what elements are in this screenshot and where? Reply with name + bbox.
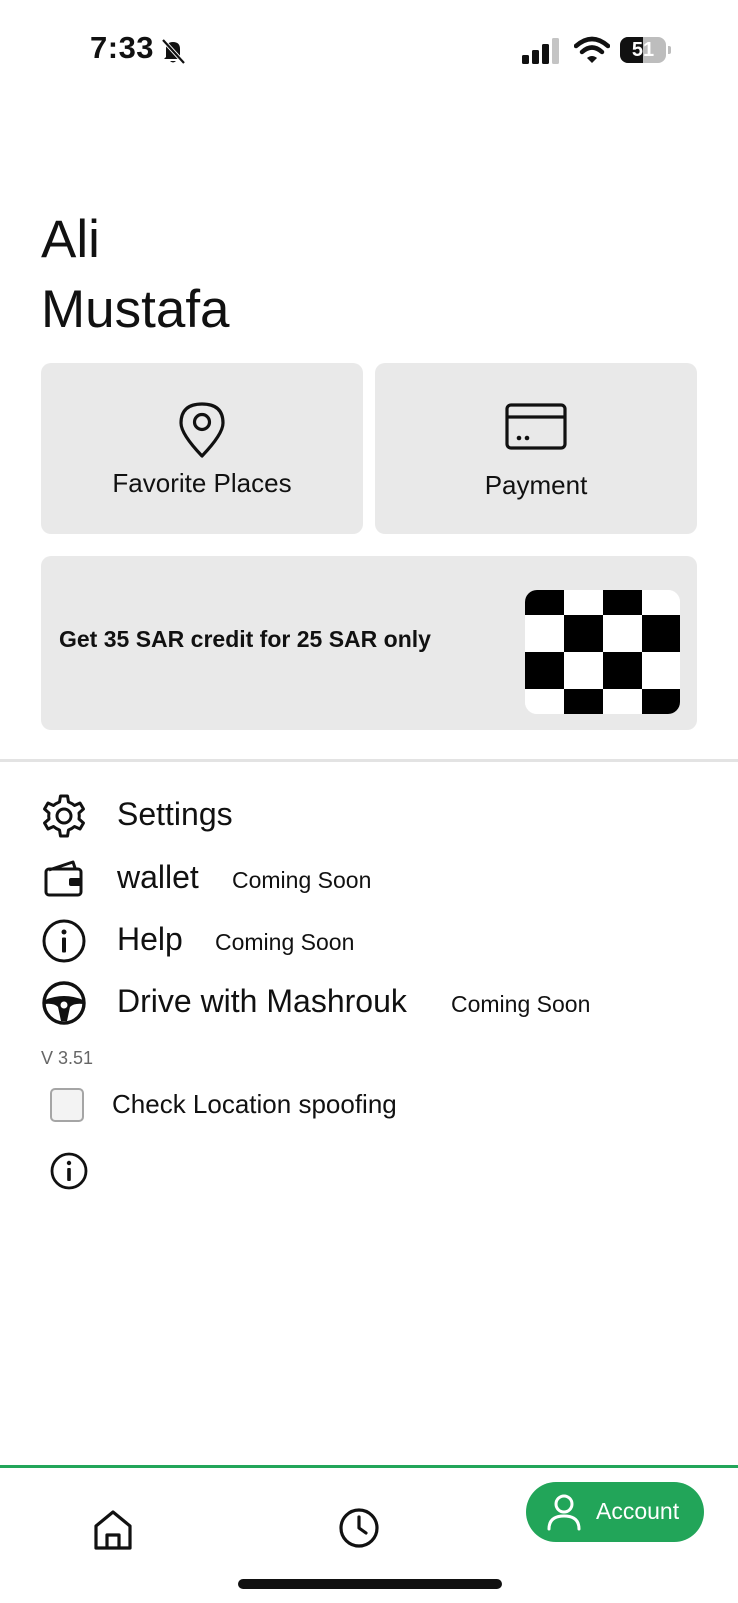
menu-item-settings[interactable]: Settings bbox=[41, 788, 681, 842]
menu-item-help[interactable]: Help Coming Soon bbox=[41, 913, 681, 967]
home-icon[interactable] bbox=[92, 1508, 134, 1552]
location-spoofing-label: Check Location spoofing bbox=[112, 1089, 397, 1119]
status-time: 7:33 bbox=[90, 30, 155, 65]
favorite-places-tile[interactable]: Favorite Places bbox=[41, 363, 363, 534]
menu-item-wallet[interactable]: wallet Coming Soon bbox=[41, 851, 681, 905]
promo-text: Get 35 SAR credit for 25 SAR only bbox=[59, 626, 431, 652]
battery-icon: 51 bbox=[620, 37, 672, 63]
clock-icon[interactable] bbox=[338, 1507, 380, 1549]
payment-tile[interactable]: Payment bbox=[375, 363, 697, 534]
map-pin-icon bbox=[179, 402, 225, 458]
user-first-name: Ali bbox=[41, 210, 100, 269]
cellular-signal-icon bbox=[522, 38, 559, 64]
location-spoofing-checkbox[interactable] bbox=[50, 1088, 84, 1122]
steering-wheel-icon bbox=[42, 981, 86, 1025]
battery-body: 51 bbox=[620, 37, 666, 63]
bell-slash-icon bbox=[161, 38, 186, 65]
user-icon bbox=[547, 1494, 581, 1531]
favorite-places-label: Favorite Places bbox=[112, 468, 292, 498]
menu-label-drive: Drive with Mashrouk bbox=[117, 983, 407, 1019]
home-indicator bbox=[238, 1579, 502, 1589]
location-spoofing-row[interactable]: Check Location spoofing bbox=[50, 1085, 470, 1125]
wifi-icon bbox=[574, 36, 610, 63]
section-divider bbox=[0, 759, 738, 762]
gear-icon bbox=[43, 794, 85, 838]
account-tab[interactable]: Account bbox=[526, 1482, 704, 1542]
coming-soon-badge: Coming Soon bbox=[232, 867, 372, 893]
coming-soon-badge: Coming Soon bbox=[451, 991, 591, 1017]
credit-card-icon bbox=[505, 403, 567, 450]
wallet-icon bbox=[44, 860, 83, 897]
user-last-name: Mustafa bbox=[41, 280, 230, 339]
promo-banner[interactable]: Get 35 SAR credit for 25 SAR only bbox=[41, 556, 697, 730]
coming-soon-badge: Coming Soon bbox=[215, 929, 355, 955]
menu-item-drive[interactable]: Drive with Mashrouk Coming Soon bbox=[41, 975, 681, 1029]
account-tab-label: Account bbox=[596, 1498, 680, 1524]
status-bar: 7:33 51 bbox=[0, 0, 738, 100]
menu-label-wallet: wallet bbox=[117, 859, 199, 895]
battery-percent: 51 bbox=[631, 39, 655, 61]
payment-label: Payment bbox=[484, 470, 588, 500]
battery-cap bbox=[668, 46, 671, 54]
user-name: Ali Mustafa bbox=[41, 205, 230, 345]
app-version: V 3.51 bbox=[41, 1048, 94, 1068]
info-circle-icon bbox=[42, 919, 86, 963]
menu-label-settings: Settings bbox=[117, 796, 233, 832]
menu-label-help: Help bbox=[117, 921, 183, 957]
checkered-flag-icon bbox=[525, 590, 680, 714]
info-icon[interactable] bbox=[49, 1151, 89, 1191]
